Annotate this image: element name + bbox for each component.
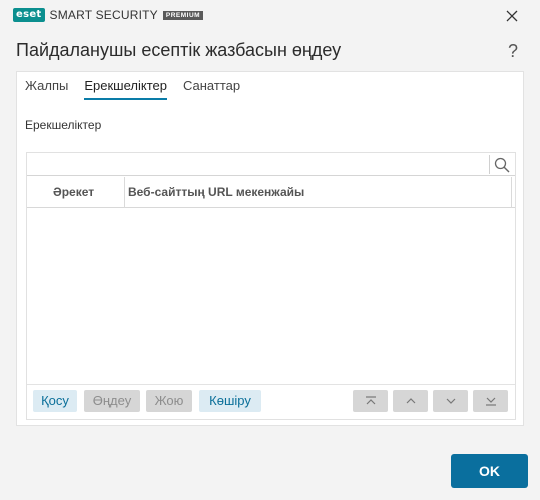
ok-button[interactable]: OK [451,454,528,488]
tab-strip: Жалпы Ерекшеліктер Санаттар [25,78,256,100]
exceptions-grid: Әрекет Веб-сайттың URL мекенжайы Қосу Өң… [26,152,516,420]
edit-button[interactable]: Өңдеу [84,390,140,412]
move-down-icon [446,398,455,404]
move-down-button[interactable] [433,390,468,412]
eset-logo: eset SMART SECURITY PREMIUM [13,8,204,22]
tab-exceptions[interactable]: Ерекшеліктер [84,78,167,100]
search-icon[interactable] [493,156,511,174]
column-header-url[interactable]: Веб-сайттың URL мекенжайы [128,177,508,208]
move-up-button[interactable] [393,390,428,412]
title-bar: eset SMART SECURITY PREMIUM [0,0,540,32]
column-divider[interactable] [124,177,125,208]
main-panel: Жалпы Ерекшеліктер Санаттар Ерекшеліктер… [16,71,524,426]
search-row [27,153,515,176]
tab-general[interactable]: Жалпы [25,78,68,100]
logo-badge: eset [13,8,45,22]
premium-badge: PREMIUM [162,10,204,20]
move-top-button[interactable] [353,390,388,412]
move-up-icon [406,398,415,404]
move-top-icon [365,396,376,405]
table-header: Әрекет Веб-сайттың URL мекенжайы [27,177,515,208]
search-divider [489,155,490,174]
grid-toolbar: Қосу Өңдеу Жою Көшіру [27,384,515,419]
search-input[interactable] [29,155,487,174]
product-name: SMART SECURITY [49,8,158,22]
section-label: Ерекшеліктер [25,118,102,132]
close-icon[interactable] [504,8,520,24]
move-bottom-button[interactable] [473,390,508,412]
move-bottom-icon [485,397,496,406]
delete-button[interactable]: Жою [146,390,192,412]
help-icon[interactable]: ? [508,41,518,62]
column-header-action[interactable]: Әрекет [53,177,125,208]
copy-button[interactable]: Көшіру [199,390,261,412]
add-button[interactable]: Қосу [33,390,77,412]
page-title: Пайдаланушы есептік жазбасын өңдеу [16,40,342,60]
tab-categories[interactable]: Санаттар [183,78,240,100]
column-divider[interactable] [511,177,512,208]
